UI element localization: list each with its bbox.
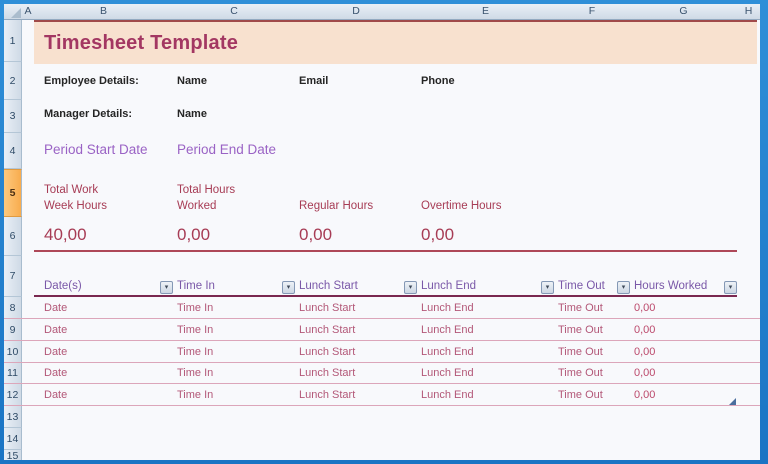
filter-button-time-out[interactable]: ▾ <box>617 281 630 294</box>
cell-lunch-start[interactable]: Lunch Start <box>299 341 355 363</box>
table-header-lunch-start[interactable]: Lunch Start <box>299 280 358 293</box>
cell-lunch-start[interactable]: Lunch Start <box>299 319 355 341</box>
cell-hours-worked[interactable]: 0,00 <box>634 384 655 406</box>
cell-lunch-end[interactable]: Lunch End <box>421 341 474 363</box>
row-header-14[interactable]: 14 <box>4 428 22 450</box>
manager-details-label[interactable]: Manager Details: <box>44 108 132 120</box>
cell-hours-worked[interactable]: 0,00 <box>634 341 655 363</box>
title-cell[interactable]: Timesheet Template <box>34 20 757 64</box>
filter-button-time-in[interactable]: ▾ <box>282 281 295 294</box>
cell-time-out[interactable]: Time Out <box>558 297 603 319</box>
filter-dropdown-icon: ▾ <box>408 283 413 291</box>
period-end-date-cell[interactable]: Period End Date <box>177 143 276 157</box>
table-header-dates[interactable]: Date(s) <box>44 280 82 293</box>
total-hours-worked-value[interactable]: 0,00 <box>177 226 210 243</box>
column-header-e[interactable]: E <box>417 4 555 20</box>
table-row: Date Time In Lunch Start Lunch End Time … <box>4 319 760 341</box>
row-header-5-selected[interactable]: 5 <box>4 169 22 217</box>
column-header-h[interactable]: H <box>737 4 760 20</box>
cell-time-in[interactable]: Time In <box>177 363 213 384</box>
row-header-1[interactable]: 1 <box>4 20 22 62</box>
cell-hours-worked[interactable]: 0,00 <box>634 363 655 384</box>
cell-time-in[interactable]: Time In <box>177 297 213 319</box>
cell-date[interactable]: Date <box>44 341 67 363</box>
cell-date[interactable]: Date <box>44 363 67 384</box>
cell-date[interactable]: Date <box>44 297 67 319</box>
total-work-week-hours-value[interactable]: 40,00 <box>44 226 87 243</box>
column-header-b[interactable]: B <box>34 4 174 20</box>
period-start-date-cell[interactable]: Period Start Date <box>44 143 148 157</box>
page-title: Timesheet Template <box>44 31 239 54</box>
table-resize-handle-icon[interactable] <box>729 398 736 405</box>
cell-lunch-end[interactable]: Lunch End <box>421 297 474 319</box>
table-header-time-in[interactable]: Time In <box>177 280 215 293</box>
table-row: Date Time In Lunch Start Lunch End Time … <box>4 341 760 363</box>
row-header-15[interactable]: 15 <box>4 450 22 460</box>
select-all-corner[interactable] <box>4 4 23 20</box>
cell-hours-worked[interactable]: 0,00 <box>634 319 655 341</box>
cell-lunch-end[interactable]: Lunch End <box>421 384 474 406</box>
table-header-lunch-end[interactable]: Lunch End <box>421 280 476 293</box>
filter-dropdown-icon: ▾ <box>286 283 291 291</box>
manager-name-label[interactable]: Name <box>177 108 207 120</box>
cell-date[interactable]: Date <box>44 384 67 406</box>
regular-hours-label[interactable]: Regular Hours <box>299 198 373 214</box>
filter-dropdown-icon: ▾ <box>728 283 733 291</box>
table-row: Date Time In Lunch Start Lunch End Time … <box>4 297 760 319</box>
table-row: Date Time In Lunch Start Lunch End Time … <box>4 363 760 384</box>
cell-time-out[interactable]: Time Out <box>558 319 603 341</box>
column-header-f[interactable]: F <box>554 4 631 20</box>
cell-time-in[interactable]: Time In <box>177 384 213 406</box>
cell-hours-worked[interactable]: 0,00 <box>634 297 655 319</box>
select-all-triangle-icon <box>11 8 21 18</box>
row-header-7[interactable]: 7 <box>4 256 22 297</box>
filter-button-hours-worked[interactable]: ▾ <box>724 281 737 294</box>
employee-email-label[interactable]: Email <box>299 75 328 87</box>
filter-button-lunch-start[interactable]: ▾ <box>404 281 417 294</box>
column-headers: A B C D E F G H <box>4 4 760 20</box>
column-header-c[interactable]: C <box>173 4 296 20</box>
filter-dropdown-icon: ▾ <box>164 283 169 291</box>
row-header-4[interactable]: 4 <box>4 133 22 169</box>
row-header-6[interactable]: 6 <box>4 217 22 256</box>
cell-time-in[interactable]: Time In <box>177 341 213 363</box>
filter-dropdown-icon: ▾ <box>545 283 550 291</box>
column-header-d[interactable]: D <box>295 4 418 20</box>
column-header-g[interactable]: G <box>630 4 738 20</box>
table-header-hours-worked[interactable]: Hours Worked <box>634 280 707 293</box>
overtime-hours-label[interactable]: Overtime Hours <box>421 198 502 214</box>
cell-time-out[interactable]: Time Out <box>558 384 603 406</box>
filter-dropdown-icon: ▾ <box>621 283 626 291</box>
overtime-hours-value[interactable]: 0,00 <box>421 226 454 243</box>
summary-underline <box>34 250 737 252</box>
cell-lunch-end[interactable]: Lunch End <box>421 319 474 341</box>
employee-phone-label[interactable]: Phone <box>421 75 455 87</box>
table-header-time-out[interactable]: Time Out <box>558 280 605 293</box>
regular-hours-value[interactable]: 0,00 <box>299 226 332 243</box>
cell-lunch-end[interactable]: Lunch End <box>421 363 474 384</box>
row-header-13[interactable]: 13 <box>4 406 22 428</box>
cell-date[interactable]: Date <box>44 319 67 341</box>
filter-button-dates[interactable]: ▾ <box>160 281 173 294</box>
filter-button-lunch-end[interactable]: ▾ <box>541 281 554 294</box>
cell-time-in[interactable]: Time In <box>177 319 213 341</box>
employee-details-label[interactable]: Employee Details: <box>44 75 139 87</box>
table-row: Date Time In Lunch Start Lunch End Time … <box>4 384 760 406</box>
cell-time-out[interactable]: Time Out <box>558 341 603 363</box>
cell-lunch-start[interactable]: Lunch Start <box>299 363 355 384</box>
cell-lunch-start[interactable]: Lunch Start <box>299 384 355 406</box>
spreadsheet: A B C D E F G H 1 2 3 4 5 6 7 8 9 10 11 … <box>4 4 760 460</box>
row-header-2[interactable]: 2 <box>4 62 22 100</box>
cell-lunch-start[interactable]: Lunch Start <box>299 297 355 319</box>
employee-name-label[interactable]: Name <box>177 75 207 87</box>
total-hours-worked-label[interactable]: Total Hours Worked <box>177 182 257 214</box>
cell-time-out[interactable]: Time Out <box>558 363 603 384</box>
window-frame: A B C D E F G H 1 2 3 4 5 6 7 8 9 10 11 … <box>0 0 768 464</box>
row-header-3[interactable]: 3 <box>4 100 22 133</box>
total-work-week-hours-label[interactable]: Total Work Week Hours <box>44 182 114 214</box>
